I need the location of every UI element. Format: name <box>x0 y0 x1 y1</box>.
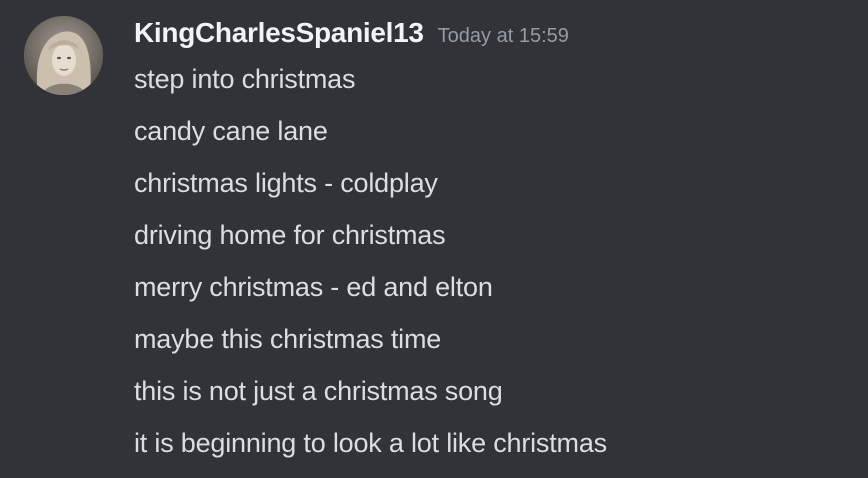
username[interactable]: KingCharlesSpaniel13 <box>134 17 424 49</box>
message-text: it is beginning to look a lot like chris… <box>134 428 607 458</box>
message-header: KingCharlesSpaniel13 Today at 15:59 <box>134 17 569 57</box>
message-text: christmas lights - coldplay <box>134 168 438 198</box>
avatar[interactable] <box>24 16 103 95</box>
timestamp[interactable]: Today at 15:59 <box>438 25 569 48</box>
message-list: step into christmas candy cane lane chri… <box>134 58 607 474</box>
message-text: merry christmas - ed and elton <box>134 272 493 302</box>
message-text: maybe this christmas time <box>134 324 442 354</box>
message-text: driving home for christmas <box>134 220 446 250</box>
message-text: candy cane lane <box>134 116 328 146</box>
message-text: this is not just a christmas song <box>134 376 503 406</box>
user-avatar-photo-icon <box>24 16 103 95</box>
message-group: KingCharlesSpaniel13 Today at 15:59 step… <box>0 0 868 478</box>
message-text: step into christmas <box>134 64 356 94</box>
